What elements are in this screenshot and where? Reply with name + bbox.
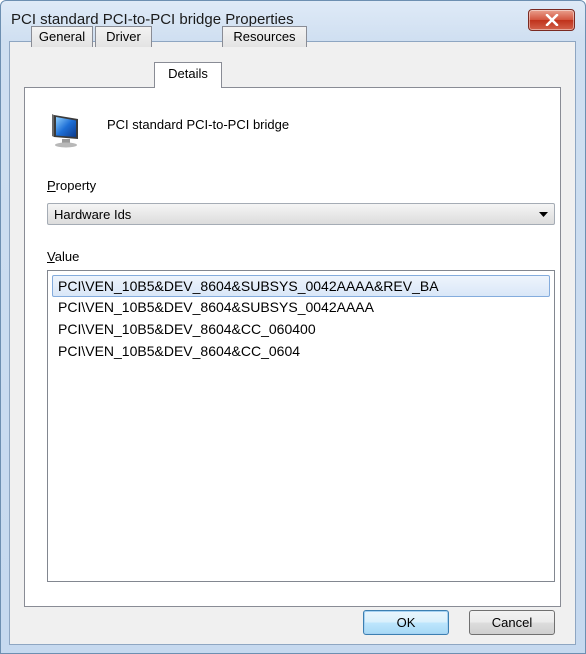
device-name: PCI standard PCI-to-PCI bridge: [107, 117, 290, 132]
cancel-button[interactable]: Cancel: [469, 610, 555, 635]
property-dropdown-value: Hardware Ids: [54, 207, 132, 222]
list-item[interactable]: PCI\VEN_10B5&DEV_8604&CC_0604: [52, 341, 550, 363]
tab-resources-label: Resources: [233, 29, 296, 44]
value-label-text: alue: [54, 249, 80, 264]
tab-driver-label: Driver: [106, 29, 141, 44]
list-item[interactable]: PCI\VEN_10B5&DEV_8604&CC_060400: [52, 319, 550, 341]
tab-driver[interactable]: Driver: [95, 26, 152, 47]
list-item[interactable]: PCI\VEN_10B5&DEV_8604&SUBSYS_0042AAAA: [52, 297, 550, 319]
tab-resources[interactable]: Resources: [222, 26, 307, 47]
chevron-down-icon: [539, 212, 548, 217]
tab-general[interactable]: General: [31, 26, 93, 47]
property-dropdown[interactable]: Hardware Ids: [47, 203, 555, 225]
value-label: Value: [47, 249, 79, 264]
property-label-accesskey: P: [47, 178, 56, 193]
ok-button[interactable]: OK: [363, 610, 449, 635]
tab-details[interactable]: Details: [154, 62, 222, 88]
value-listbox[interactable]: PCI\VEN_10B5&DEV_8604&SUBSYS_0042AAAA&RE…: [47, 270, 555, 582]
list-item[interactable]: PCI\VEN_10B5&DEV_8604&SUBSYS_0042AAAA&RE…: [52, 275, 550, 297]
property-label: Property: [47, 178, 96, 193]
property-label-text: roperty: [55, 178, 97, 193]
close-button[interactable]: [528, 9, 575, 31]
monitor-icon: [52, 114, 78, 148]
close-icon: [545, 14, 559, 26]
value-label-accesskey: V: [47, 249, 55, 264]
tab-general-label: General: [38, 29, 86, 44]
tab-details-label: Details: [168, 66, 208, 81]
